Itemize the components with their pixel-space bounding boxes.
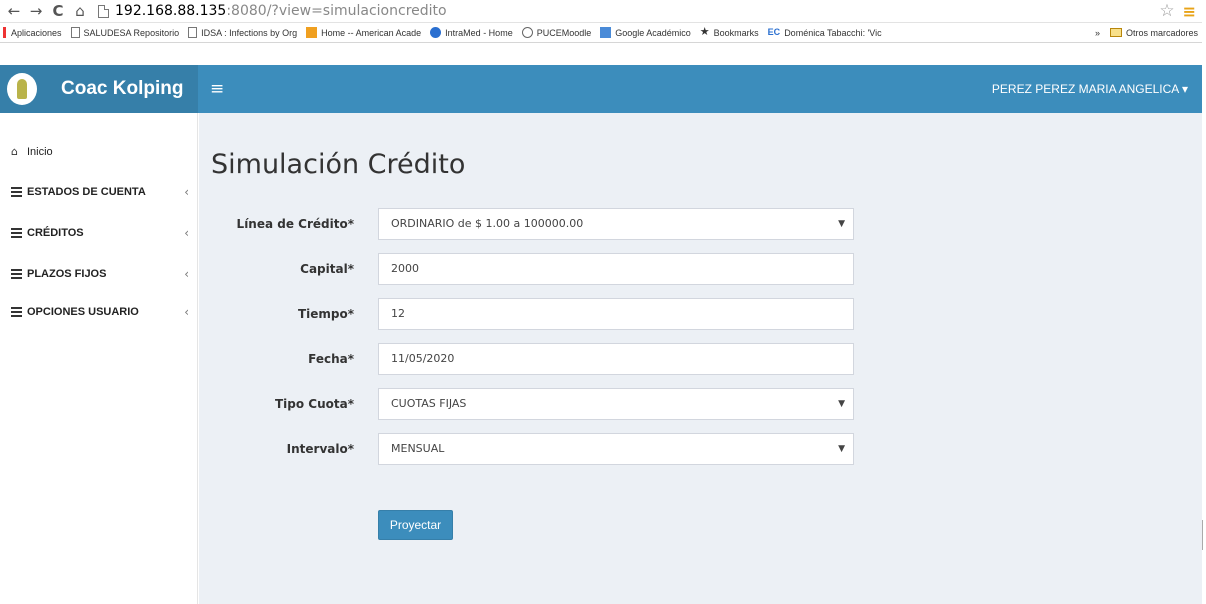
main-content: Simulación Crédito Línea de Crédito* ORD… bbox=[199, 113, 1202, 604]
browser-menu-icon[interactable]: ≡ bbox=[1183, 2, 1196, 21]
sidebar-item-label: CRÉDITOS bbox=[27, 227, 84, 239]
list-icon bbox=[11, 187, 22, 197]
bookmark-label: Google Académico bbox=[615, 27, 691, 38]
url-path: :8080/?view=simulacioncredito bbox=[226, 3, 447, 19]
intervalo-row: Intervalo* MENSUAL ▼ bbox=[199, 433, 1202, 465]
bookmark-bookmarks[interactable]: ★ Bookmarks bbox=[700, 27, 759, 38]
bookmark-apps[interactable]: Aplicaciones bbox=[3, 27, 62, 38]
chevron-left-icon: ‹ bbox=[184, 226, 189, 240]
select-value: MENSUAL bbox=[391, 442, 445, 455]
sidebar: ⌂ Inicio ESTADOS DE CUENTA ‹ CRÉDITOS ‹ … bbox=[0, 113, 198, 604]
bookmarks-bar: Aplicaciones SALUDESA Repositorio IDSA :… bbox=[0, 23, 1206, 43]
url-host: 192.168.88.135 bbox=[115, 3, 227, 19]
back-icon[interactable]: ← bbox=[6, 1, 22, 21]
select-value: CUOTAS FIJAS bbox=[391, 397, 467, 410]
capital-label: Capital* bbox=[300, 262, 354, 276]
app-header: Coac Kolping ≡ PEREZ PEREZ MARIA ANGELIC… bbox=[0, 65, 1202, 113]
fecha-label: Fecha* bbox=[308, 352, 354, 366]
bookmark-pucemoodle[interactable]: PUCEMoodle bbox=[521, 27, 592, 38]
sidebar-item-estados-de-cuenta[interactable]: ESTADOS DE CUENTA ‹ bbox=[11, 185, 189, 199]
page-icon bbox=[98, 4, 109, 18]
sidebar-item-label: Inicio bbox=[27, 145, 53, 158]
linea-credito-label: Línea de Crédito* bbox=[236, 217, 354, 231]
other-bookmarks[interactable]: Otros marcadores bbox=[1126, 28, 1198, 38]
page-icon bbox=[70, 27, 80, 38]
bookmark-label: Doménica Tabacchi: 'Vic bbox=[784, 27, 882, 38]
site-favicon-icon bbox=[306, 27, 318, 38]
tiempo-label: Tiempo* bbox=[297, 307, 354, 321]
globe-icon bbox=[521, 27, 533, 38]
forward-icon[interactable]: → bbox=[28, 1, 44, 21]
bookmark-label: Aplicaciones bbox=[11, 27, 62, 38]
brand[interactable]: Coac Kolping bbox=[0, 65, 198, 113]
list-icon bbox=[11, 307, 22, 317]
list-icon bbox=[11, 228, 22, 238]
bookmark-label: SALUDESA Repositorio bbox=[83, 27, 180, 38]
capital-row: Capital* 2000 bbox=[199, 253, 1202, 285]
scholar-icon bbox=[600, 27, 612, 38]
sidebar-item-label: OPCIONES USUARIO bbox=[27, 306, 139, 318]
bookmark-label: Bookmarks bbox=[713, 27, 759, 38]
sidebar-item-label: ESTADOS DE CUENTA bbox=[27, 186, 146, 198]
sidebar-item-creditos[interactable]: CRÉDITOS ‹ bbox=[11, 226, 189, 240]
scrollbar[interactable] bbox=[1202, 0, 1206, 604]
browser-toolbar: ← → C ⌂ 192.168.88.135:8080/?view=simula… bbox=[0, 0, 1206, 23]
bookmark-label: PUCEMoodle bbox=[536, 27, 592, 38]
bookmark-label: Home -- American Acade bbox=[321, 27, 422, 38]
dropdown-arrow-icon: ▼ bbox=[838, 444, 845, 454]
intervalo-select[interactable]: MENSUAL ▼ bbox=[378, 433, 854, 465]
select-value: ORDINARIO de $ 1.00 a 100000.00 bbox=[391, 217, 584, 230]
linea-credito-select[interactable]: ORDINARIO de $ 1.00 a 100000.00 ▼ bbox=[378, 208, 854, 240]
page-icon bbox=[188, 27, 198, 38]
home-icon: ⌂ bbox=[11, 145, 18, 158]
sidebar-item-opciones-usuario[interactable]: OPCIONES USUARIO ‹ bbox=[11, 305, 189, 319]
home-icon[interactable]: ⌂ bbox=[72, 1, 88, 21]
scrollbar-thumb[interactable] bbox=[1202, 520, 1203, 550]
star-icon: ★ bbox=[699, 26, 710, 38]
chevron-left-icon: ‹ bbox=[184, 305, 189, 319]
reload-icon[interactable]: C bbox=[50, 1, 66, 21]
tiempo-row: Tiempo* 12 bbox=[199, 298, 1202, 330]
sidebar-item-label: PLAZOS FIJOS bbox=[27, 268, 107, 280]
sidebar-item-inicio[interactable]: ⌂ Inicio bbox=[11, 145, 189, 158]
tipo-cuota-label: Tipo Cuota* bbox=[274, 397, 354, 411]
bookmark-star-icon[interactable]: ☆ bbox=[1159, 1, 1174, 21]
bookmark-label: IntraMed - Home bbox=[445, 27, 513, 38]
ec-logo-icon: EC bbox=[767, 27, 781, 37]
bookmark-domenica[interactable]: EC Doménica Tabacchi: 'Vic bbox=[768, 27, 882, 38]
user-menu[interactable]: PEREZ PEREZ MARIA ANGELICA ▾ bbox=[992, 82, 1188, 96]
dropdown-arrow-icon: ▼ bbox=[838, 399, 845, 409]
sidebar-toggle-icon[interactable]: ≡ bbox=[210, 79, 224, 99]
tipo-cuota-row: Tipo Cuota* CUOTAS FIJAS ▼ bbox=[199, 388, 1202, 420]
fecha-row: Fecha* 11/05/2020 bbox=[199, 343, 1202, 375]
more-bookmarks-icon[interactable]: » bbox=[1095, 28, 1100, 38]
list-icon bbox=[11, 269, 22, 279]
proyectar-button[interactable]: Proyectar bbox=[378, 510, 453, 540]
dropdown-arrow-icon: ▼ bbox=[838, 219, 845, 229]
bookmark-intramed[interactable]: IntraMed - Home bbox=[430, 27, 513, 38]
sidebar-item-plazos-fijos[interactable]: PLAZOS FIJOS ‹ bbox=[11, 267, 189, 281]
tipo-cuota-select[interactable]: CUOTAS FIJAS ▼ bbox=[378, 388, 854, 420]
apps-grid-icon bbox=[3, 27, 7, 38]
capital-input[interactable]: 2000 bbox=[378, 253, 854, 285]
bookmark-idsa[interactable]: IDSA : Infections by Org bbox=[188, 27, 297, 38]
bookmark-american-academy[interactable]: Home -- American Acade bbox=[306, 27, 421, 38]
page-title: Simulación Crédito bbox=[211, 149, 466, 180]
site-favicon-icon bbox=[430, 27, 442, 38]
fecha-input[interactable]: 11/05/2020 bbox=[378, 343, 854, 375]
address-bar[interactable]: 192.168.88.135:8080/?view=simulacioncred… bbox=[98, 3, 1159, 19]
bookmark-saludesa[interactable]: SALUDESA Repositorio bbox=[70, 27, 180, 38]
chevron-left-icon: ‹ bbox=[184, 267, 189, 281]
tiempo-input[interactable]: 12 bbox=[378, 298, 854, 330]
intervalo-label: Intervalo* bbox=[286, 442, 354, 456]
bookmark-google-academico[interactable]: Google Académico bbox=[600, 27, 691, 38]
chevron-left-icon: ‹ bbox=[184, 185, 189, 199]
folder-icon bbox=[1109, 28, 1122, 37]
linea-credito-row: Línea de Crédito* ORDINARIO de $ 1.00 a … bbox=[199, 208, 1202, 240]
bookmark-label: IDSA : Infections by Org bbox=[201, 27, 298, 38]
brand-name: Coac Kolping bbox=[61, 78, 184, 99]
logo bbox=[7, 73, 37, 105]
